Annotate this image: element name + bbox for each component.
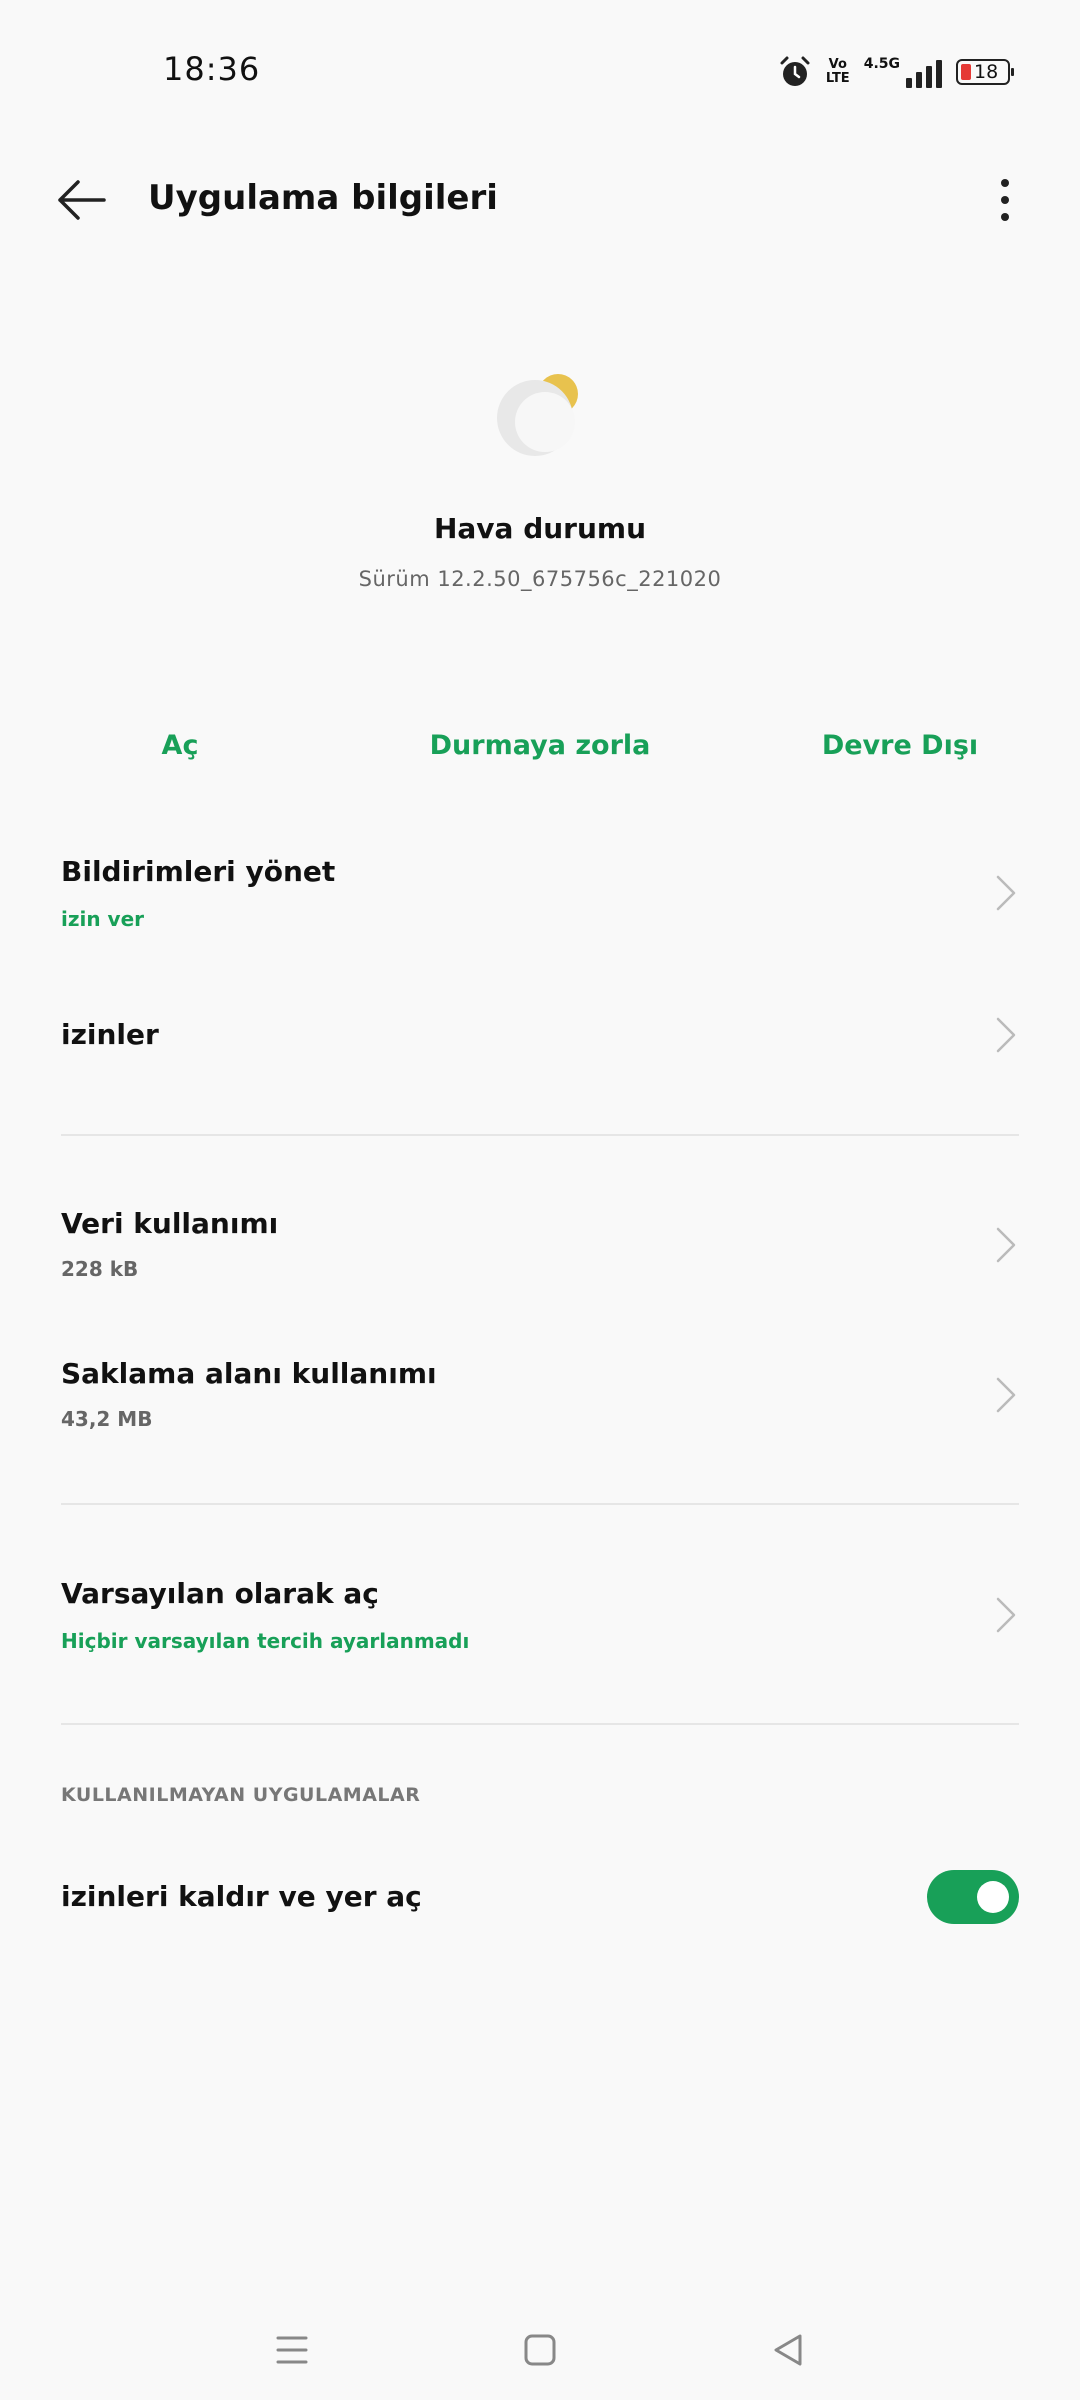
status-bar: 18:36 Vo LTE 4.5G 18	[0, 0, 1080, 140]
notifications-subtitle: izin ver	[61, 907, 145, 931]
chevron-right-icon	[996, 1597, 1016, 1633]
app-info-screen: 18:36 Vo LTE 4.5G 18 Uygulama bilgileri …	[0, 0, 1080, 2400]
recents-button[interactable]	[262, 2320, 322, 2380]
home-button[interactable]	[510, 2320, 570, 2380]
status-time: 18:36	[163, 50, 261, 88]
menu-icon	[276, 2336, 308, 2364]
nav-back-button[interactable]	[758, 2320, 818, 2380]
app-bar: Uygulama bilgileri	[0, 140, 1080, 260]
page-title: Uygulama bilgileri	[148, 178, 498, 218]
open-default-title: Varsayılan olarak aç	[61, 1577, 379, 1610]
force-stop-button[interactable]: Durmaya zorla	[380, 730, 700, 761]
storage-title: Saklama alanı kullanımı	[61, 1357, 437, 1390]
back-triangle-icon	[774, 2334, 802, 2366]
data-usage-row[interactable]: Veri kullanımı 228 kB	[0, 1195, 1080, 1315]
permissions-row[interactable]: izinler	[0, 985, 1080, 1085]
remove-permissions-toggle[interactable]	[927, 1870, 1019, 1924]
chevron-right-icon	[996, 1227, 1016, 1263]
app-actions: Aç Durmaya zorla Devre Dışı	[0, 730, 1080, 790]
unused-apps-section-label: KULLANILMAYAN UYGULAMALAR	[61, 1784, 421, 1806]
volte-indicator: Vo LTE	[826, 58, 850, 86]
remove-permissions-row[interactable]: izinleri kaldır ve yer aç	[0, 1855, 1080, 1945]
home-square-icon	[524, 2334, 556, 2366]
divider	[61, 1723, 1019, 1725]
open-by-default-row[interactable]: Varsayılan olarak aç Hiçbir varsayılan t…	[0, 1565, 1080, 1685]
open-button[interactable]: Aç	[90, 730, 270, 761]
divider	[61, 1503, 1019, 1505]
battery-level: 18	[974, 61, 999, 83]
app-version: Sürüm 12.2.50_675756c_221020	[358, 567, 722, 591]
notifications-title: Bildirimleri yönet	[61, 855, 336, 888]
toggle-knob	[977, 1881, 1009, 1913]
chevron-right-icon	[996, 875, 1016, 911]
more-vertical-icon	[1001, 179, 1009, 187]
app-hero: Hava durumu Sürüm 12.2.50_675756c_221020	[0, 360, 1080, 591]
chevron-right-icon	[996, 1377, 1016, 1413]
open-default-subtitle: Hiçbir varsayılan tercih ayarlanmadı	[61, 1629, 470, 1653]
remove-permissions-label: izinleri kaldır ve yer aç	[61, 1880, 422, 1913]
disable-button[interactable]: Devre Dışı	[800, 730, 1000, 761]
signal-icon: 4.5G	[864, 56, 942, 88]
app-name: Hava durumu	[433, 512, 647, 545]
chevron-right-icon	[996, 1017, 1016, 1053]
more-options-button[interactable]	[980, 168, 1030, 232]
system-nav-bar	[0, 2300, 1080, 2400]
back-button[interactable]	[52, 170, 112, 230]
storage-usage-row[interactable]: Saklama alanı kullanımı 43,2 MB	[0, 1345, 1080, 1465]
network-type: 4.5G	[863, 56, 900, 72]
alarm-icon	[780, 56, 810, 86]
permissions-title: izinler	[61, 1018, 159, 1051]
volte-bottom: LTE	[825, 71, 850, 86]
battery-icon: 18	[956, 59, 1014, 85]
data-usage-title: Veri kullanımı	[61, 1207, 279, 1240]
weather-app-icon	[490, 360, 590, 460]
status-icons: Vo LTE 4.5G 18	[778, 52, 1014, 92]
manage-notifications-row[interactable]: Bildirimleri yönet izin ver	[0, 835, 1080, 960]
divider	[61, 1134, 1019, 1136]
data-usage-value: 228 kB	[61, 1257, 139, 1281]
arrow-left-icon	[58, 180, 106, 220]
storage-value: 43,2 MB	[61, 1407, 153, 1431]
volte-top: Vo	[828, 57, 847, 72]
